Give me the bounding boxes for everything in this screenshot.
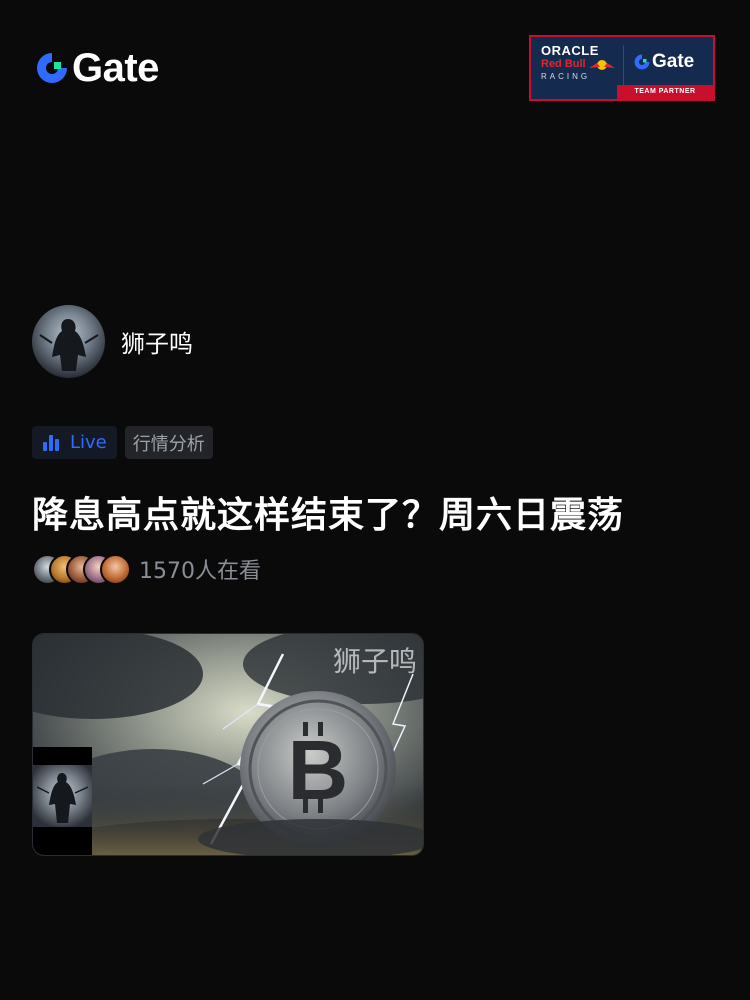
partner-oracle-text: ORACLE <box>541 43 599 58</box>
stream-watermark: 狮子鸣 <box>332 645 417 678</box>
host-avatar-figure-icon <box>39 319 99 371</box>
host-avatar[interactable] <box>32 305 105 378</box>
partner-redbull-text: Red Bull <box>541 58 586 70</box>
category-tag[interactable]: 行情分析 <box>124 426 213 459</box>
gate-logo-icon <box>634 54 650 70</box>
stream-preview[interactable]: B 狮子鸣 <box>32 633 424 856</box>
live-tag: Live <box>32 426 117 459</box>
live-bars-icon <box>42 434 60 452</box>
live-label: Live <box>70 432 107 453</box>
gate-logo-text: Gate <box>72 46 159 90</box>
camera-figure-icon <box>36 773 89 823</box>
team-partner-label: TEAM PARTNER <box>617 85 713 99</box>
gate-logo-icon <box>34 50 70 86</box>
stream-title[interactable]: 降息高点就这样结束了？周六日震荡 <box>32 486 624 538</box>
viewer-info: 1570人在看 <box>32 552 261 586</box>
partner-gate-text: Gate <box>652 51 695 72</box>
partner-gate-logo: Gate <box>633 51 694 73</box>
gate-logo[interactable]: Gate <box>34 48 159 88</box>
host-info[interactable]: 狮子鸣 <box>32 305 193 378</box>
redbull-logo-icon <box>587 57 617 71</box>
host-camera-feed <box>33 765 92 827</box>
viewer-avatar <box>100 553 131 585</box>
stream-tags: Live 行情分析 <box>32 426 213 459</box>
host-name[interactable]: 狮子鸣 <box>121 324 193 359</box>
viewer-count: 1570人在看 <box>139 559 261 584</box>
partner-divider <box>623 45 624 85</box>
viewer-avatar-stack <box>32 553 131 585</box>
host-camera-overlay[interactable] <box>33 747 92 855</box>
partner-badge[interactable]: ORACLE Red Bull RACING Gate TEAM PARTNER <box>529 35 715 101</box>
partner-racing-text: RACING <box>541 72 591 81</box>
